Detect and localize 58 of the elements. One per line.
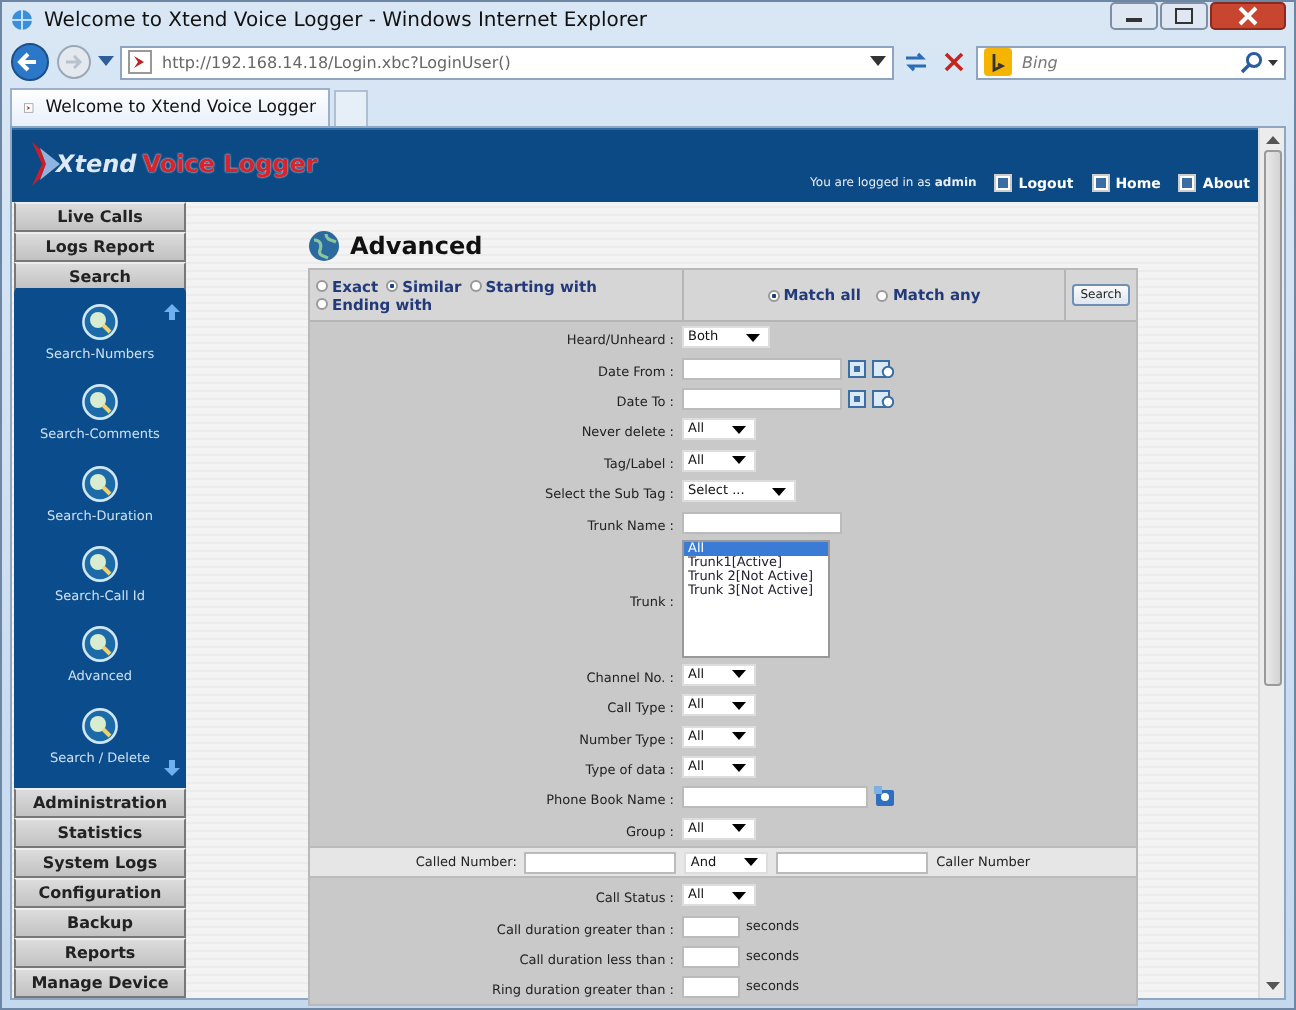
scroll-up-icon[interactable]: [1265, 136, 1279, 144]
back-icon[interactable]: [10, 42, 50, 82]
logo-brand: Xtend: [56, 149, 137, 177]
input-field[interactable]: [776, 851, 929, 874]
globe-icon: [308, 230, 340, 262]
page-title: Advanced: [350, 232, 483, 260]
page-icon: [128, 50, 152, 74]
scroll-up-icon[interactable]: [164, 304, 180, 320]
scrollbar[interactable]: [1258, 128, 1284, 998]
sidebar-item[interactable]: Statistics: [14, 818, 186, 848]
sidebar-item[interactable]: Administration: [14, 788, 186, 818]
caret-icon: [732, 670, 747, 679]
sidebar-item[interactable]: Configuration: [14, 878, 186, 908]
caret-icon: [732, 891, 747, 900]
input-field[interactable]: [682, 946, 740, 969]
magnifier-icon: [81, 545, 118, 582]
browser-globe-icon: [10, 8, 34, 32]
sidebar-item[interactable]: Reports: [14, 938, 186, 968]
caret-icon: [732, 732, 747, 741]
caret-icon: [732, 824, 747, 833]
caret-icon: [732, 763, 747, 772]
input-field[interactable]: [682, 357, 842, 380]
caret-icon: [772, 487, 787, 496]
browser-tab[interactable]: Welcome to Xtend Voice Logger: [10, 88, 330, 126]
search-field[interactable]: Bing: [976, 45, 1286, 79]
magnifier-icon: [81, 384, 118, 421]
scroll-down-icon[interactable]: [1265, 982, 1279, 990]
input-field[interactable]: [682, 786, 868, 809]
sidebar-item[interactable]: System Logs: [14, 848, 186, 878]
caret-icon: [732, 456, 747, 465]
maximize-icon[interactable]: [1160, 2, 1208, 30]
address-field[interactable]: http://192.168.14.18/Login.xbc?LoginUser(): [120, 45, 894, 79]
caret-icon[interactable]: [870, 56, 886, 68]
input-field[interactable]: [524, 851, 677, 874]
sidebar-item[interactable]: Backup: [14, 908, 186, 938]
caret-icon: [732, 701, 747, 710]
logo-product: Voice Logger: [142, 149, 318, 177]
sidebar-item[interactable]: Logs Report: [14, 232, 186, 262]
caret-icon: [746, 333, 761, 342]
search-icon[interactable]: [1238, 50, 1278, 74]
close-icon[interactable]: [1210, 2, 1286, 30]
input-field[interactable]: [682, 915, 740, 938]
input-field[interactable]: [682, 976, 740, 999]
caret-icon: [744, 858, 759, 867]
scroll-down-icon[interactable]: [164, 760, 180, 776]
caret-icon: [732, 425, 747, 434]
magnifier-icon: [81, 707, 118, 744]
scroll-thumb[interactable]: [1263, 150, 1281, 686]
magnifier-icon: [81, 465, 118, 502]
sidebar-item[interactable]: Search: [14, 262, 186, 292]
input-field[interactable]: [682, 511, 842, 534]
minimize-icon[interactable]: [1110, 2, 1158, 30]
magnifier-icon: [81, 626, 118, 663]
magnifier-icon: [82, 304, 118, 340]
sidebar-item[interactable]: Manage Device: [14, 968, 186, 998]
input-field[interactable]: [682, 387, 842, 410]
window-title: Welcome to Xtend Voice Logger - Windows Internet Explorer: [44, 9, 649, 31]
sidebar-item[interactable]: Live Calls: [14, 202, 186, 232]
